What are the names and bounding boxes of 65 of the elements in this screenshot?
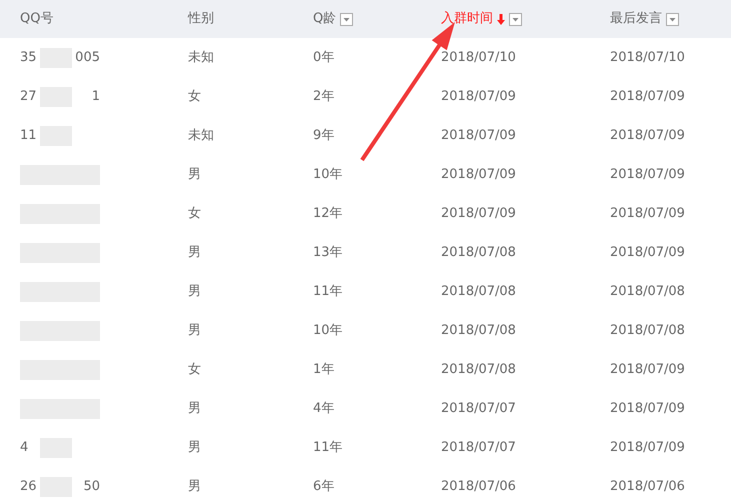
table-cell-text: 男	[188, 400, 202, 418]
table-cell-text: 男	[188, 438, 202, 457]
table-cell-text: 2018/07/08	[610, 282, 686, 301]
table-cell-text: 2018/07/09	[610, 88, 686, 106]
table-cell-text: 2018/07/09	[441, 204, 517, 223]
table-cell-text: 2018/07/10	[441, 48, 517, 67]
table-cell-text: 13年	[313, 244, 344, 262]
table-cell-text: 2018/07/09	[441, 166, 517, 184]
table-cell-text: 2018/07/09	[610, 204, 686, 223]
dropdown-icon[interactable]	[666, 12, 679, 26]
table-cell-text: 2018/07/08	[441, 322, 517, 340]
column-header[interactable]: 最后发言	[610, 9, 662, 29]
table-cell-text: 2018/07/09	[610, 244, 686, 262]
table-cell-text: 1年	[313, 360, 336, 379]
table-cell-text: 26	[20, 478, 37, 496]
table-cell-text: 2018/07/07	[441, 438, 517, 457]
table-cell-text: 2018/07/09	[441, 88, 517, 106]
table-cell-text: 4	[20, 438, 28, 457]
table-cell-text: 11年	[313, 282, 344, 301]
table-cell-text: 2年	[313, 88, 336, 106]
table-cell-text: 2018/07/09	[610, 360, 686, 379]
table-cell-text: 27	[20, 88, 37, 106]
table-cell-text: 2018/07/09	[610, 438, 686, 457]
table-cell-text: 未知	[188, 126, 215, 145]
table-cell-text: 4年	[313, 400, 336, 418]
table-cell-text: 女	[188, 360, 202, 379]
table-cell-text: 2018/07/09	[610, 126, 686, 145]
table-cell-text: 2018/07/09	[441, 126, 517, 145]
table-cell-text: 2018/07/10	[610, 48, 686, 67]
table-cell-text: 2018/07/09	[610, 166, 686, 184]
table-cell-text: 男	[188, 282, 202, 301]
table-cell-text: 2018/07/08	[610, 322, 686, 340]
table-cell-text: 0年	[313, 48, 336, 67]
table-cell-text: 男	[188, 478, 202, 496]
dropdown-icon[interactable]	[509, 12, 522, 26]
table-cell-text: 10年	[313, 322, 344, 340]
table-cell-text: 1	[92, 88, 100, 106]
sort-down-icon	[497, 14, 505, 24]
dropdown-icon[interactable]	[340, 12, 354, 26]
table-cell-text: 女	[188, 204, 202, 223]
table-cell-text: 2018/07/08	[441, 360, 517, 379]
table-cell-text: 2018/07/08	[441, 244, 517, 262]
column-header[interactable]: Q龄	[313, 9, 336, 29]
table-cell-text: 2018/07/09	[610, 400, 686, 418]
table-cell-text: 005	[75, 48, 100, 67]
table-cell-text: 2018/07/08	[441, 282, 517, 301]
table-cell-text: 2018/07/07	[441, 400, 517, 418]
table-cell-text: 50	[83, 478, 100, 496]
column-header[interactable]: 入群时间	[441, 9, 493, 29]
table-cell-text: 2018/07/06	[610, 478, 686, 496]
table-cell-text: 35	[20, 48, 37, 67]
table-cell-text: 11年	[313, 438, 344, 457]
table-cell-text: 未知	[188, 48, 215, 67]
table-cell-text: 女	[188, 88, 202, 106]
column-header[interactable]: 性别	[188, 9, 214, 29]
table-cell-text: 男	[188, 166, 202, 184]
table-cell-text: 男	[188, 244, 202, 262]
table-cell-text: 男	[188, 322, 202, 340]
table-cell-text: 9年	[313, 126, 336, 145]
table-cell-text: 11	[20, 126, 37, 145]
table-cell-text: 6年	[313, 478, 336, 496]
table-cell-text: 2018/07/06	[441, 478, 517, 496]
table-cell-text: 10年	[313, 166, 344, 184]
table-cell-text: 12年	[313, 204, 344, 223]
column-header[interactable]: QQ号	[20, 9, 54, 29]
